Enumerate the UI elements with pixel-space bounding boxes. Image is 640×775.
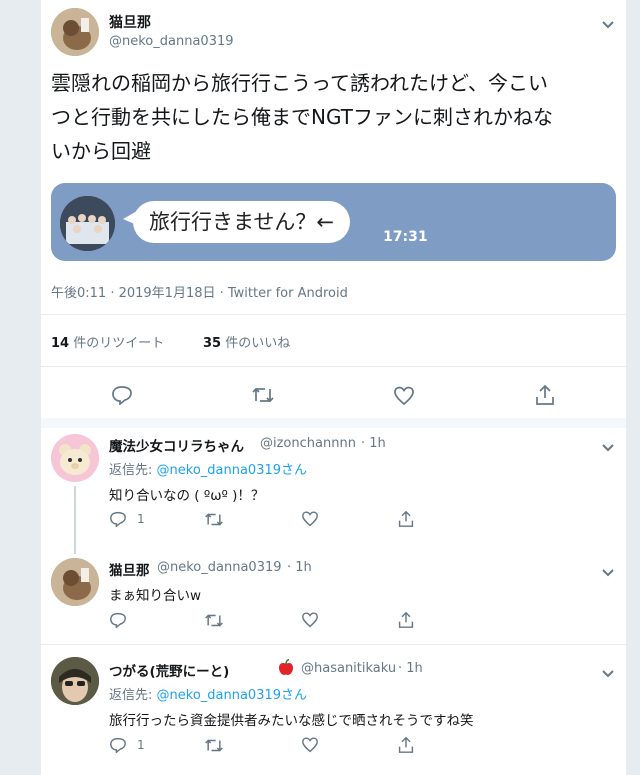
reply-handle[interactable]: @neko_danna0319 — [157, 560, 282, 575]
tweet-timestamp[interactable]: 午後0:11 · 2019年1月18日 · Twitter for Androi… — [51, 282, 348, 301]
group-photo-avatar — [60, 196, 115, 251]
tweet-column: 猫旦那 @neko_danna0319 雲隠れの稲岡から旅行行こうって誘われたけ… — [40, 0, 627, 775]
reply-display-name[interactable]: 魔法少女コリラちゃん — [109, 435, 244, 455]
retweet-label: 件のリツイート — [73, 336, 165, 351]
reply-to-label: 返信先: — [109, 463, 157, 478]
avatar[interactable] — [51, 8, 99, 56]
reply-text: まぁ知り合いw — [109, 588, 202, 604]
thread-line — [74, 486, 76, 554]
chat-bubble-text: 旅行行きません？← — [133, 201, 350, 243]
tweet-image[interactable]: 旅行行きません？← 17:31 — [51, 183, 616, 261]
retweet-icon[interactable] — [251, 386, 275, 404]
avatar[interactable] — [51, 558, 99, 606]
avatar[interactable] — [51, 434, 99, 482]
like-icon[interactable] — [301, 511, 319, 527]
reply-to-label: 返信先: — [109, 688, 157, 703]
tweet-text-line: つと行動を共にしたら俺までNGTファンに刺されかねな — [51, 105, 553, 129]
reply-display-name[interactable]: つがる(荒野にーと) — [109, 660, 229, 680]
reply-to-suffix: さん — [281, 463, 308, 478]
like-stat[interactable]: 35 件のいいね — [203, 332, 290, 351]
chevron-down-icon[interactable] — [601, 15, 615, 29]
reply-to-handle-link[interactable]: @neko_danna0319 — [157, 688, 282, 703]
reply-to: 返信先: @neko_danna0319さん — [109, 684, 307, 703]
reply-text: 知り合いなの ( ºωº )！？ — [109, 488, 265, 504]
like-icon[interactable] — [301, 737, 319, 753]
reply-time[interactable]: · 1h — [287, 560, 312, 575]
like-icon[interactable] — [301, 612, 319, 628]
reply-to: 返信先: @neko_danna0319さん — [109, 459, 307, 478]
like-label: 件のいいね — [225, 336, 291, 351]
reply-time[interactable]: · 1h — [361, 436, 386, 451]
like-count: 35 — [203, 336, 222, 351]
tweet-text: 雲隠れの稲岡から旅行行こうって誘われたけど、今こい つと行動を共にしたら俺までN… — [51, 66, 616, 168]
retweet-icon[interactable] — [204, 613, 224, 628]
reply-icon[interactable] — [109, 511, 127, 527]
divider — [41, 314, 626, 315]
share-icon[interactable] — [398, 510, 414, 528]
reply-text: 旅行行ったら資金提供者みたいな感じで晒されそうですね笑 — [109, 713, 474, 729]
retweet-icon[interactable] — [204, 512, 224, 527]
share-icon[interactable] — [398, 736, 414, 754]
reply-display-name[interactable]: 猫旦那 — [109, 559, 150, 579]
reply-count: 1 — [137, 512, 145, 526]
share-icon[interactable] — [535, 384, 555, 406]
retweet-count: 14 — [51, 336, 70, 351]
divider — [41, 644, 626, 645]
chat-time: 17:31 — [383, 229, 428, 245]
display-name[interactable]: 猫旦那 — [109, 12, 151, 32]
apple-emoji-icon — [278, 658, 294, 680]
reply-icon[interactable] — [111, 385, 133, 405]
reply-time[interactable]: · 1h — [398, 661, 423, 676]
tweet-text-line: いから回避 — [51, 139, 151, 163]
reply-icon[interactable] — [109, 737, 127, 753]
avatar[interactable] — [51, 657, 99, 705]
reply-to-suffix: さん — [281, 688, 308, 703]
chevron-down-icon[interactable] — [601, 664, 615, 678]
reply-count: 1 — [137, 738, 145, 752]
reply-handle[interactable]: @izonchannnn — [260, 436, 356, 451]
reply-icon[interactable] — [109, 612, 127, 628]
retweet-icon[interactable] — [204, 738, 224, 753]
divider — [41, 418, 626, 428]
divider — [41, 366, 626, 367]
reply-handle[interactable]: @hasanitikaku — [301, 661, 396, 676]
tweet-text-line: 雲隠れの稲岡から旅行行こうって誘われたけど、今こい — [51, 71, 548, 95]
reply-to-handle-link[interactable]: @neko_danna0319 — [157, 463, 282, 478]
like-icon[interactable] — [393, 386, 415, 406]
chevron-down-icon[interactable] — [601, 563, 615, 577]
retweet-stat[interactable]: 14 件のリツイート — [51, 332, 164, 351]
share-icon[interactable] — [398, 611, 414, 629]
chevron-down-icon[interactable] — [601, 438, 615, 452]
user-handle[interactable]: @neko_danna0319 — [109, 34, 234, 49]
